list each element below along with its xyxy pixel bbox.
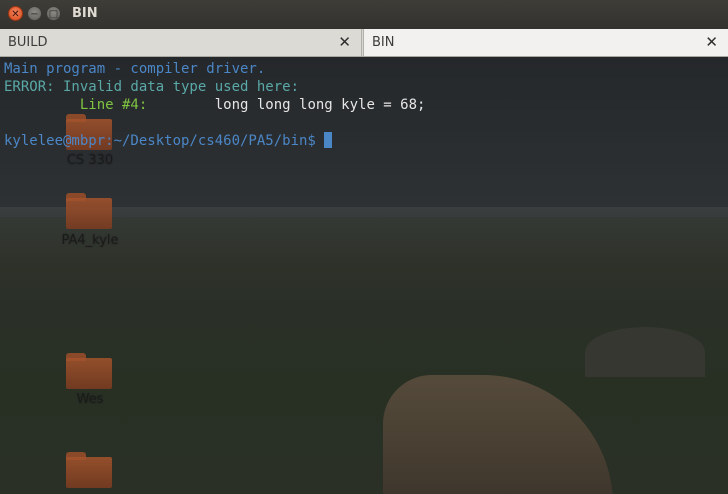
close-icon[interactable]: ✕: [705, 33, 718, 51]
terminal-window: ✕ − □ BIN BUILD ✕ BIN ✕ CS 330 PA4_kyle: [0, 0, 728, 494]
shell-prompt: kylelee@mbpr:~/Desktop/cs460/PA5/bin$: [4, 133, 316, 149]
tab-label: BUILD: [8, 35, 48, 50]
text-cursor: [324, 132, 333, 148]
background-hill: [585, 327, 705, 377]
tab-bin[interactable]: BIN ✕: [363, 29, 728, 56]
terminal-output: Main program - compiler driver. ERROR: I…: [4, 60, 425, 150]
tab-label: BIN: [372, 35, 395, 50]
minimize-window-button[interactable]: −: [27, 6, 42, 21]
close-icon[interactable]: ✕: [338, 33, 351, 51]
output-line: Main program - compiler driver.: [4, 61, 266, 77]
line-number-label: Line #4:: [79, 97, 148, 113]
error-line: ERROR: Invalid data type used here:: [4, 79, 300, 95]
desktop-icon-label: PA4_kyle: [61, 233, 119, 248]
folder-icon: [66, 193, 112, 229]
code-line: long long long kyle = 68;: [214, 97, 426, 113]
window-title: BIN: [72, 6, 98, 21]
tab-build[interactable]: BUILD ✕: [0, 29, 362, 56]
desktop-icon-label: Wes: [76, 392, 104, 407]
folder-icon: [66, 353, 112, 389]
title-bar[interactable]: ✕ − □ BIN: [0, 0, 728, 30]
terminal-area[interactable]: CS 330 PA4_kyle Wes Main program - compi…: [0, 57, 728, 494]
maximize-window-button[interactable]: □: [46, 6, 61, 21]
close-window-button[interactable]: ✕: [8, 6, 23, 21]
desktop-icon-label: CS 330: [66, 153, 114, 168]
tab-bar: BUILD ✕ BIN ✕: [0, 29, 728, 57]
folder-icon: [66, 452, 112, 488]
